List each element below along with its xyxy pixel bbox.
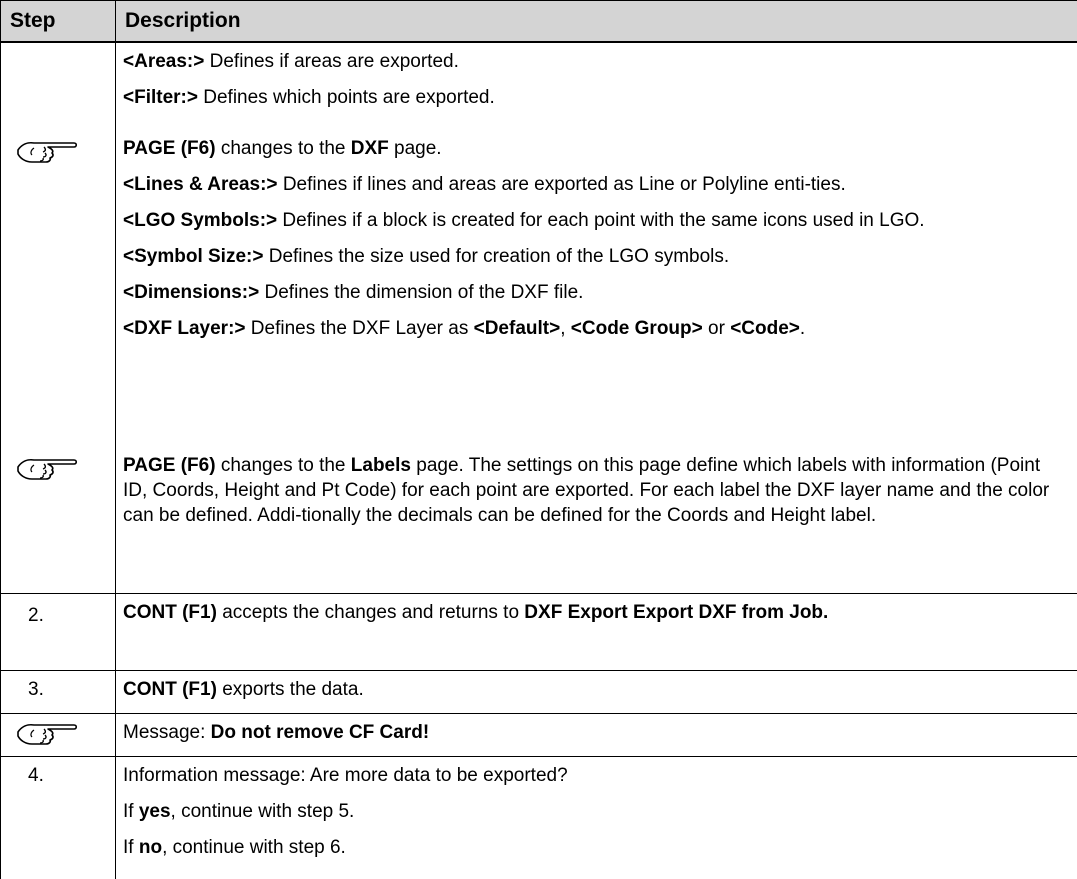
text-segment: page. <box>388 138 442 160</box>
steps-table: Step Description <Areas:> Defines if are… <box>0 0 1077 879</box>
bold-term: <Code> <box>730 318 800 340</box>
description-cell: PAGE (F6) changes to the Labels page. Th… <box>115 447 1077 594</box>
text-segment: . <box>799 318 806 340</box>
description-paragraph: <Lines & Areas:> Defines if lines and ar… <box>116 164 1077 200</box>
bold-term: <Code Group> <box>570 318 703 340</box>
text-segment: Defines if a block is created for each p… <box>277 210 925 232</box>
text-segment: Information message: Are more data to be… <box>123 764 568 786</box>
description-paragraph: <LGO Symbols:> Defines if a block is cre… <box>116 200 1077 236</box>
hand-pointer-icon <box>17 459 78 480</box>
description-cell: CONT (F1) exports the data. <box>115 670 1077 714</box>
step-cell: 3. <box>0 670 116 714</box>
description-paragraph: CONT (F1) accepts the changes and return… <box>116 594 1077 628</box>
description-cell: CONT (F1) accepts the changes and return… <box>115 593 1077 672</box>
description-paragraph: Information message: Are more data to be… <box>116 757 1077 791</box>
text-segment: changes to the <box>215 455 351 477</box>
bold-term: no <box>138 836 163 858</box>
bold-term: <Symbol Size:> <box>123 246 264 268</box>
text-segment: Defines the dimension of the DXF file. <box>259 282 584 304</box>
description-paragraph: <Symbol Size:> Defines the size used for… <box>116 236 1077 272</box>
bold-term: Do not remove CF Card! <box>210 722 430 743</box>
description-paragraph: PAGE (F6) changes to the Labels page. Th… <box>116 447 1077 531</box>
text-segment: Defines if lines and areas are exported … <box>277 174 846 196</box>
text-segment: Defines if areas are exported. <box>204 51 459 72</box>
description-paragraph: PAGE (F6) changes to the DXF page. <box>116 130 1077 164</box>
text-segment: Defines the size used for creation of th… <box>263 246 730 268</box>
bold-term: <Lines & Areas:> <box>123 174 278 196</box>
bold-term: <Dimensions:> <box>123 282 260 304</box>
step-cell <box>0 713 116 757</box>
description-paragraph: <Dimensions:> Defines the dimension of t… <box>116 272 1077 308</box>
text-segment: or <box>702 318 731 340</box>
step-cell <box>0 42 116 131</box>
step-number: 3. <box>28 679 44 701</box>
table-row: 2. CONT (F1) accepts the changes and ret… <box>0 593 1077 672</box>
description-paragraph: <Filter:> Defines which points are expor… <box>116 77 1077 113</box>
bold-term: yes <box>138 800 171 822</box>
bold-term: <Default> <box>473 318 561 340</box>
description-paragraph: <DXF Layer:> Defines the DXF Layer as <D… <box>116 308 1077 344</box>
bold-term: PAGE (F6) <box>123 138 216 160</box>
bold-term: <Areas:> <box>123 51 205 72</box>
text-segment: changes to the <box>215 138 351 160</box>
text-segment: , continue with step 5. <box>170 800 355 822</box>
table-row: 3. CONT (F1) exports the data. <box>0 670 1077 714</box>
bold-term: <LGO Symbols:> <box>123 210 278 232</box>
step-cell <box>0 447 116 594</box>
text-segment: If <box>123 800 139 822</box>
description-column-header: Description <box>115 0 1077 43</box>
hand-pointer-icon <box>17 142 78 163</box>
bold-term: <DXF Layer:> <box>123 318 246 340</box>
text-segment: Defines the DXF Layer as <box>245 318 474 340</box>
step-number: 2. <box>28 604 44 626</box>
description-cell: Message: Do not remove CF Card! <box>115 713 1077 757</box>
bold-term: Labels <box>350 455 411 477</box>
description-cell: <Areas:> Defines if areas are exported. <… <box>115 42 1077 131</box>
description-paragraph: <Areas:> Defines if areas are exported. <box>116 43 1077 77</box>
description-paragraph: Message: Do not remove CF Card! <box>116 714 1077 748</box>
text-segment: accepts the changes and returns to <box>216 601 525 623</box>
text-segment: Defines which points are exported. <box>197 87 495 108</box>
description-cell: Information message: Are more data to be… <box>115 756 1077 879</box>
text-segment: Message: <box>123 722 211 743</box>
bold-term: <Filter:> <box>123 87 198 108</box>
description-cell: PAGE (F6) changes to the DXF page. <Lines… <box>115 130 1077 448</box>
bold-term: PAGE (F6) <box>123 455 216 477</box>
bold-term: DXF <box>350 138 389 160</box>
step-cell <box>0 130 116 448</box>
table-row: 4. Information message: Are more data to… <box>0 756 1077 879</box>
step-number: 4. <box>28 764 44 786</box>
description-paragraph: CONT (F1) exports the data. <box>116 671 1077 705</box>
bold-term: DXF Export Export DXF from Job. <box>524 601 829 623</box>
table-row: Message: Do not remove CF Card! <box>0 713 1077 757</box>
text-segment: If <box>123 836 139 858</box>
description-paragraph: If yes, continue with step 5. <box>116 791 1077 827</box>
table-row: PAGE (F6) changes to the DXF page. <Lines… <box>0 130 1077 448</box>
table-row: PAGE (F6) changes to the Labels page. Th… <box>0 447 1077 594</box>
step-cell: 4. <box>0 756 116 879</box>
step-column-header: Step <box>0 0 116 43</box>
bold-term: CONT (F1) <box>123 601 217 623</box>
description-paragraph: If no, continue with step 6. <box>116 827 1077 863</box>
table-header-row: Step Description <box>0 0 1077 43</box>
table-row: <Areas:> Defines if areas are exported. <… <box>0 42 1077 131</box>
text-segment: exports the data. <box>216 679 364 701</box>
text-segment: , <box>560 318 571 340</box>
step-cell: 2. <box>0 593 116 672</box>
bold-term: CONT (F1) <box>123 679 217 701</box>
hand-pointer-icon <box>17 723 78 745</box>
text-segment: , continue with step 6. <box>162 836 346 858</box>
